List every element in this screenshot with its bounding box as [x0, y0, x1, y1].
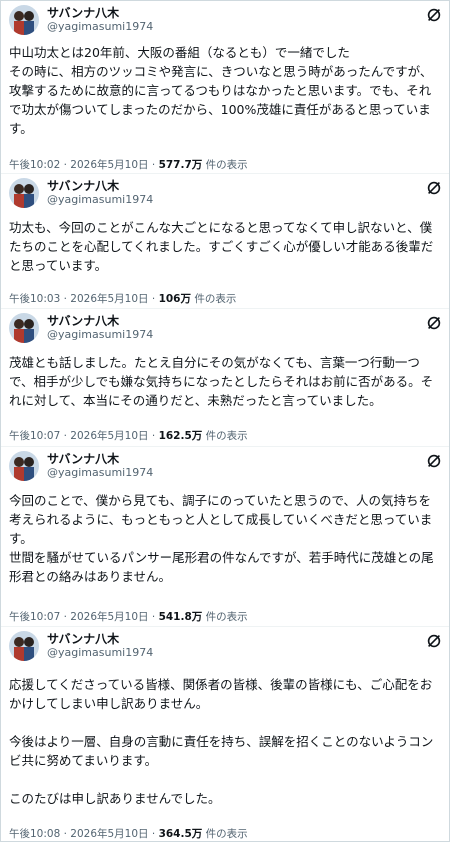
post-time[interactable]: 午後10:07 · 2026年5月10日 ·: [9, 430, 159, 442]
post-meta: 午後10:02 · 2026年5月10日 · 577.7万 件の表示: [9, 157, 248, 172]
post: サバンナ八木 @yagimasumi1974 茂雄とも話しました。たとえ自分にそ…: [1, 309, 449, 447]
account-handle[interactable]: @yagimasumi1974: [47, 328, 153, 341]
avatar[interactable]: [9, 5, 39, 35]
post-time[interactable]: 午後10:03 · 2026年5月10日 ·: [9, 293, 159, 305]
post-text: 功太も、今回のことがこんな大ごとになると思ってなくて申し訳ないと、僕たちのことを…: [9, 220, 434, 273]
view-count: 162.5万: [158, 430, 203, 442]
post: サバンナ八木 @yagimasumi1974 応援してくださっている皆様、関係者…: [1, 627, 449, 841]
view-count: 541.8万: [158, 611, 203, 623]
avatar[interactable]: [9, 451, 39, 481]
post-time[interactable]: 午後10:07 · 2026年5月10日 ·: [9, 611, 159, 623]
tweet-thread: サバンナ八木 @yagimasumi1974 中山功太とは20年前、大阪の番組（…: [0, 0, 450, 842]
avatar[interactable]: [9, 631, 39, 661]
account-name[interactable]: サバンナ八木: [47, 177, 119, 194]
grok-icon[interactable]: [425, 452, 443, 470]
view-count: 106万: [158, 293, 191, 305]
account-handle[interactable]: @yagimasumi1974: [47, 193, 153, 206]
views-label: 件の表示: [202, 430, 248, 442]
views-label: 件の表示: [202, 611, 248, 623]
account-name[interactable]: サバンナ八木: [47, 4, 119, 21]
account-handle[interactable]: @yagimasumi1974: [47, 466, 153, 479]
post-text: 応援してくださっている皆様、関係者の皆様、後輩の皆様にも、ご心配をおかけしてしま…: [9, 677, 434, 806]
view-count: 577.7万: [158, 159, 203, 171]
post-text: 今回のことで、僕から見ても、調子にのっていたと思うので、人の気持ちを考えられるよ…: [9, 493, 434, 584]
account-name[interactable]: サバンナ八木: [47, 312, 119, 329]
grok-icon[interactable]: [425, 6, 443, 24]
post-time[interactable]: 午後10:08 · 2026年5月10日 ·: [9, 828, 159, 840]
post-meta: 午後10:03 · 2026年5月10日 · 106万 件の表示: [9, 291, 236, 306]
account-name[interactable]: サバンナ八木: [47, 450, 119, 467]
post-text: 中山功太とは20年前、大阪の番組（なるとも）で一緒でした その時に、相方のツッコ…: [9, 45, 433, 136]
post-meta: 午後10:07 · 2026年5月10日 · 162.5万 件の表示: [9, 428, 248, 443]
account-handle[interactable]: @yagimasumi1974: [47, 20, 153, 33]
avatar[interactable]: [9, 178, 39, 208]
grok-icon[interactable]: [425, 632, 443, 650]
post: サバンナ八木 @yagimasumi1974 中山功太とは20年前、大阪の番組（…: [1, 1, 449, 174]
post-time[interactable]: 午後10:02 · 2026年5月10日 ·: [9, 159, 159, 171]
post-meta: 午後10:08 · 2026年5月10日 · 364.5万 件の表示: [9, 826, 248, 841]
avatar[interactable]: [9, 313, 39, 343]
views-label: 件の表示: [190, 293, 237, 305]
account-name[interactable]: サバンナ八木: [47, 630, 119, 647]
views-label: 件の表示: [202, 159, 248, 171]
view-count: 364.5万: [158, 828, 203, 840]
grok-icon[interactable]: [425, 314, 443, 332]
grok-icon[interactable]: [425, 179, 443, 197]
post: サバンナ八木 @yagimasumi1974 功太も、今回のことがこんな大ごとに…: [1, 174, 449, 309]
post-text: 茂雄とも話しました。たとえ自分にその気がなくても、言葉一つ行動一つで、相手が少し…: [9, 355, 434, 408]
views-label: 件の表示: [202, 828, 248, 840]
post: サバンナ八木 @yagimasumi1974 今回のことで、僕から見ても、調子に…: [1, 447, 449, 627]
post-meta: 午後10:07 · 2026年5月10日 · 541.8万 件の表示: [9, 609, 248, 624]
account-handle[interactable]: @yagimasumi1974: [47, 646, 153, 659]
